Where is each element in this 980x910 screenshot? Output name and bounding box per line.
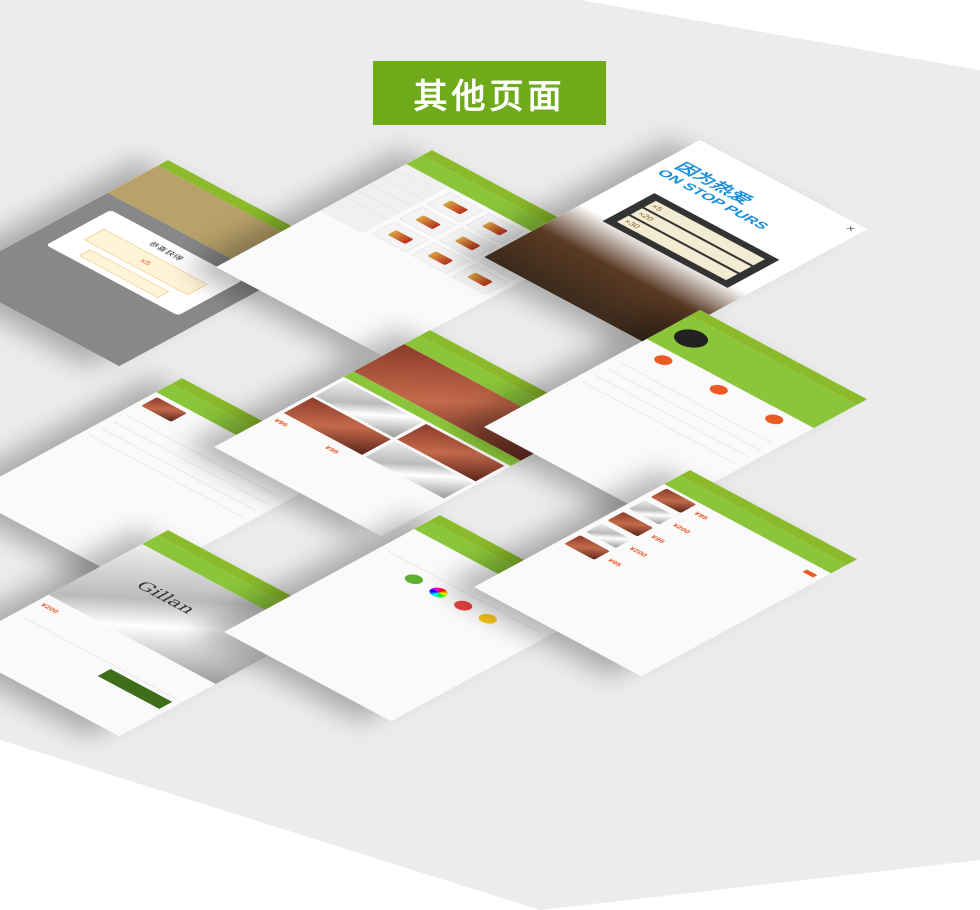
- order-icon[interactable]: [705, 382, 732, 397]
- product-price: ¥95: [271, 417, 291, 428]
- delete-button[interactable]: [802, 569, 818, 578]
- product-price: ¥95: [605, 557, 625, 568]
- image-label: Gillan: [131, 578, 202, 616]
- product-price: ¥200: [38, 602, 61, 615]
- product-price: ¥95: [322, 445, 341, 455]
- product-price: ¥200: [670, 522, 693, 535]
- close-icon[interactable]: ✕: [842, 225, 857, 233]
- moments-icon[interactable]: [425, 585, 452, 600]
- product-price: ¥95: [692, 510, 711, 521]
- order-icon[interactable]: [650, 353, 676, 367]
- order-icon[interactable]: [761, 412, 788, 427]
- weibo-icon[interactable]: [450, 598, 476, 613]
- product-price: ¥200: [627, 545, 650, 558]
- coupon-panel: ×5 ×20 ×30: [602, 193, 780, 288]
- wechat-icon[interactable]: [401, 572, 427, 587]
- avatar: [667, 325, 716, 352]
- qzone-icon[interactable]: [475, 611, 501, 626]
- product-price: ¥95: [649, 534, 668, 544]
- coupon-item[interactable]: ×30: [616, 215, 738, 281]
- section-title: 其他页面: [373, 61, 606, 125]
